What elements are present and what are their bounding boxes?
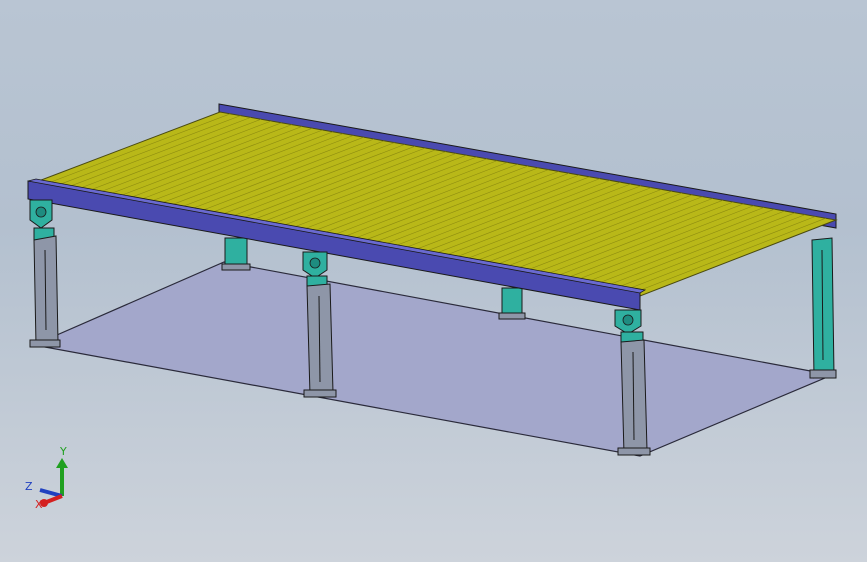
- x-axis-label: X: [35, 498, 43, 511]
- y-axis-label: Y: [59, 445, 67, 458]
- conveyor-model[interactable]: Y Z X: [0, 0, 867, 562]
- leg-back-right: [809, 237, 837, 379]
- floor-plate: [31, 261, 835, 457]
- z-axis-label: Z: [25, 480, 33, 493]
- leg-back-middle-left: [221, 237, 251, 271]
- leg-front-left: [29, 199, 61, 348]
- coordinate-triad[interactable]: Y Z X: [25, 445, 68, 511]
- y-axis-arrowhead: [56, 458, 68, 468]
- z-axis-arrow: [39, 488, 63, 498]
- leg-back-middle-right: [498, 287, 526, 320]
- cad-viewport[interactable]: Y Z X: [0, 0, 867, 562]
